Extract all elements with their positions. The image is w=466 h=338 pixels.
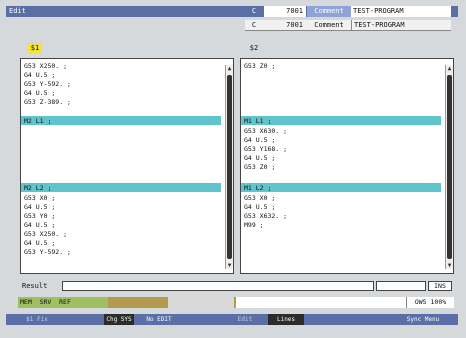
code-line[interactable]: G53 X0 ; xyxy=(244,194,275,202)
code-line[interactable]: G4 U.5 ; xyxy=(24,239,55,247)
header-c-label: C xyxy=(251,7,257,15)
scrollbar[interactable]: ▲ ▼ xyxy=(225,65,233,269)
program-number-2[interactable]: 7001 xyxy=(264,20,306,31)
code-line[interactable]: G4 U.5 ; xyxy=(24,89,55,97)
code-line[interactable]: M1 L2 ; xyxy=(244,184,271,192)
code-line[interactable]: G53 Y168. ; xyxy=(244,145,287,153)
status-message-area xyxy=(234,297,406,308)
code-line[interactable]: G53 X250. ; xyxy=(24,230,67,238)
scroll-up-icon[interactable]: ▲ xyxy=(226,65,233,72)
program-pane-system-2[interactable]: G53 Z0 ; M1 L1 ; G53 X630. ; G4 U.5 ; G5… xyxy=(240,58,454,274)
status-bar-segment xyxy=(108,297,168,308)
scroll-up-icon[interactable]: ▲ xyxy=(446,65,453,72)
system-2-label[interactable]: $2 xyxy=(247,43,261,53)
softkey-1[interactable]: $1 Fix xyxy=(8,314,66,325)
scroll-thumb[interactable] xyxy=(227,75,232,259)
program-name-2[interactable]: TEST-PROGRAM xyxy=(351,20,451,31)
code-line[interactable]: M2 L2 ; xyxy=(24,184,51,192)
code-line[interactable]: G4 U.5 ; xyxy=(244,203,275,211)
softkey-5[interactable]: Lines xyxy=(268,314,304,325)
code-line[interactable]: G53 X632. ; xyxy=(244,212,287,220)
code-line[interactable]: G53 Y-592. ; xyxy=(24,80,71,88)
result-aux-field xyxy=(376,281,426,291)
code-line[interactable]: G53 Z0 ; xyxy=(244,163,275,171)
code-line[interactable]: G53 Z0 ; xyxy=(244,62,275,70)
override-status: OWS 100% xyxy=(406,297,454,308)
code-line[interactable]: G53 X250. ; xyxy=(24,62,67,70)
softkey-4[interactable]: Edit xyxy=(226,314,264,325)
header-c-label-2: C xyxy=(251,21,257,29)
status-gauge xyxy=(168,297,234,308)
code-line[interactable]: G53 Y0 ; xyxy=(24,212,55,220)
program-number-1[interactable]: 7001 xyxy=(264,6,306,17)
result-label: Result xyxy=(22,282,48,290)
code-line[interactable]: G4 U.5 ; xyxy=(244,154,275,162)
code-line[interactable]: G4 U.5 ; xyxy=(24,203,55,211)
program-name-1[interactable]: TEST-PROGRAM xyxy=(351,6,451,17)
insert-mode-indicator: INS xyxy=(428,281,452,291)
softkey-3[interactable]: No EDIT xyxy=(134,314,184,325)
scrollbar[interactable]: ▲ ▼ xyxy=(445,65,453,269)
scroll-thumb[interactable] xyxy=(447,75,452,259)
code-line[interactable]: M2 L1 ; xyxy=(24,117,51,125)
program-pane-system-1[interactable]: G53 X250. ; G4 U.5 ; G53 Y-592. ; G4 U.5… xyxy=(20,58,234,274)
code-line[interactable]: M1 L1 ; xyxy=(244,117,271,125)
code-line[interactable]: G53 X0 ; xyxy=(24,194,55,202)
scroll-down-icon[interactable]: ▼ xyxy=(226,262,233,269)
comment-label-2: Comment xyxy=(314,21,344,29)
code-line[interactable]: M99 ; xyxy=(244,221,264,229)
code-line[interactable]: G4 U.5 ; xyxy=(24,221,55,229)
comment-label-1: Comment xyxy=(307,6,351,17)
code-line[interactable]: G53 Y-592. ; xyxy=(24,248,71,256)
result-field xyxy=(62,281,374,291)
system-1-label[interactable]: $1 xyxy=(28,43,42,53)
scroll-down-icon[interactable]: ▼ xyxy=(446,262,453,269)
softkey-7[interactable]: Sync Menu xyxy=(392,314,454,325)
mode-status: MEM SRV REF xyxy=(18,297,108,308)
code-line[interactable]: G4 U.5 ; xyxy=(244,136,275,144)
code-line[interactable]: G4 U.5 ; xyxy=(24,71,55,79)
softkey-2[interactable]: Chg SYS xyxy=(104,314,134,325)
softkey-6[interactable] xyxy=(306,314,366,325)
code-line[interactable]: G53 X630. ; xyxy=(244,127,287,135)
app-title: Edit xyxy=(9,7,26,15)
code-line[interactable]: G53 Z-389. ; xyxy=(24,98,71,106)
